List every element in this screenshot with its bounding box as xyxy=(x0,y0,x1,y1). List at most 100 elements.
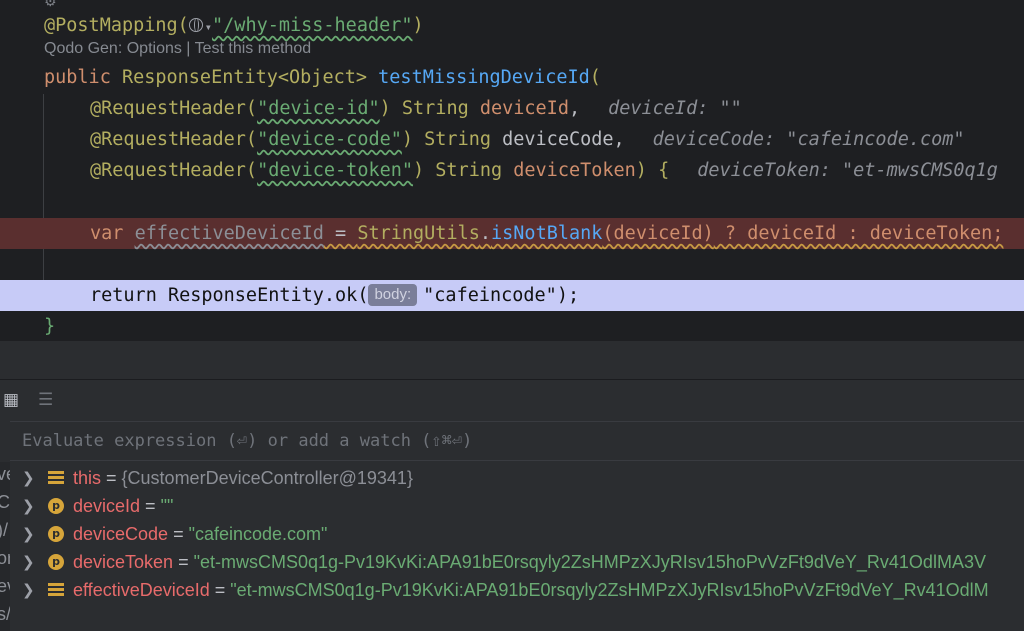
codelens-hint[interactable]: Qodo Gen: Options | Test this method xyxy=(44,40,311,58)
class-ref: StringUtils xyxy=(357,223,480,244)
method-call: isNotBlank xyxy=(491,223,603,244)
param-header: "device-code" xyxy=(257,129,402,150)
param-type: String xyxy=(401,98,480,119)
object-icon xyxy=(48,470,64,486)
param-name-hint: body: xyxy=(368,284,418,306)
frame-fragment: s/ xyxy=(0,604,10,624)
layout-settings-icon[interactable]: ☰ xyxy=(38,390,53,410)
variable-value: "cafeincode.com" xyxy=(188,524,328,544)
code-line-mapping[interactable]: @PostMapping( ▾"/why-miss-header") xyxy=(0,10,1024,41)
param-icon: p xyxy=(48,554,64,570)
param-close: ) xyxy=(413,160,436,181)
param-annotation: @RequestHeader( xyxy=(90,98,258,119)
param-close: ) xyxy=(379,98,402,119)
return-keyword: return xyxy=(90,285,168,306)
return-close: ); xyxy=(556,285,580,306)
variable-eq: = xyxy=(209,580,231,600)
variable-name: deviceCode xyxy=(73,524,169,544)
method-name: testMissingDeviceId xyxy=(378,67,590,88)
evaluate-expression-input[interactable] xyxy=(22,422,1012,460)
inline-value-hint: deviceToken: "et-mwsCMS0q1g xyxy=(697,160,998,181)
ternary-expr: ? deviceId : deviceToken; xyxy=(713,223,1004,244)
mapping-annotation: @PostMapping( xyxy=(44,15,189,36)
param-header: "device-id" xyxy=(257,98,380,119)
variable-eq: = xyxy=(173,552,194,572)
debug-variables-panel: ▦ ☰ ve CC )/ or ev s/ ❯ this = {Customer… xyxy=(0,380,1024,631)
variable-name: deviceToken xyxy=(73,552,174,572)
param-sep: ) { xyxy=(635,160,670,181)
variables-tree: ❯ this = {CustomerDeviceController@19341… xyxy=(10,462,1024,631)
unused-variable: effectiveDeviceId xyxy=(134,223,324,244)
code-editor[interactable]: ⚙ @PostMapping( ▾"/why-miss-header") Qodo… xyxy=(0,0,1024,341)
gutter-settings-icon[interactable]: ⚙ xyxy=(44,0,57,10)
variable-row-deviceToken[interactable]: ❯ p deviceToken = "et-mwsCMS0q1g-Pv19KvK… xyxy=(10,548,1024,576)
chevron-right-icon[interactable]: ❯ xyxy=(22,520,35,548)
param-name: deviceToken xyxy=(513,160,636,181)
param-type: String xyxy=(435,160,514,181)
globe-icon[interactable] xyxy=(188,18,203,32)
variable-row-this[interactable]: ❯ this = {CustomerDeviceController@19341… xyxy=(10,464,1024,492)
code-line-return[interactable]: return ResponseEntity.ok(body: "cafeincod… xyxy=(0,280,1024,311)
debug-toolbar: ▦ ☰ xyxy=(0,380,1024,420)
variable-eq: = xyxy=(168,524,189,544)
var-keyword: var xyxy=(90,223,135,244)
return-type: ResponseEntity<Object> xyxy=(121,67,379,88)
code-line-var-effective[interactable]: var effectiveDeviceId = StringUtils.isNo… xyxy=(0,218,1024,249)
frame-fragment: or xyxy=(0,548,10,568)
variable-value: "et-mwsCMS0q1g-Pv19KvKi:APA91bE0rsqyly2Z… xyxy=(193,552,986,572)
param-type: String xyxy=(424,129,503,150)
frame-fragment: CC xyxy=(0,492,10,512)
code-line-closing-brace[interactable]: } xyxy=(0,311,1024,341)
variable-row-deviceCode[interactable]: ❯ p deviceCode = "cafeincode.com" xyxy=(10,520,1024,548)
param-annotation: @RequestHeader( xyxy=(90,129,258,150)
code-line-param-1[interactable]: @RequestHeader("device-id") String devic… xyxy=(0,93,1024,124)
inline-value-hint: deviceId: "" xyxy=(608,98,742,119)
signature-open: ( xyxy=(589,67,601,88)
chevron-right-icon[interactable]: ❯ xyxy=(22,548,35,576)
variable-value: "" xyxy=(160,496,174,516)
param-icon: p xyxy=(48,526,64,542)
evaluate-expression-bar[interactable] xyxy=(10,421,1024,461)
param-name: deviceId xyxy=(479,98,569,119)
mapping-close: ) xyxy=(412,15,424,36)
return-call: ResponseEntity.ok( xyxy=(167,285,369,306)
param-annotation: @RequestHeader( xyxy=(90,160,258,181)
method-arg: (deviceId) xyxy=(602,223,714,244)
variable-row-effectiveDeviceId[interactable]: ❯ effectiveDeviceId = "et-mwsCMS0q1g-Pv1… xyxy=(10,576,1024,604)
inline-value-hint: deviceCode: "cafeincode.com" xyxy=(652,129,965,150)
variable-value: {CustomerDeviceController@19341} xyxy=(121,468,413,488)
code-line-signature[interactable]: public ResponseEntity<Object> testMissin… xyxy=(0,62,1024,93)
variable-name: effectiveDeviceId xyxy=(73,580,210,600)
frame-fragment: ve xyxy=(0,464,10,484)
code-line-param-3[interactable]: @RequestHeader("device-token") String de… xyxy=(0,155,1024,186)
assign-op: = xyxy=(323,223,358,244)
variable-name: this xyxy=(73,468,102,488)
variable-name: deviceId xyxy=(73,496,141,516)
variable-eq: = xyxy=(140,496,161,516)
return-arg: "cafeincode" xyxy=(423,285,557,306)
editor-bottom-strip xyxy=(0,341,1024,379)
dot: . xyxy=(479,223,492,244)
variable-value: "et-mwsCMS0q1g-Pv19KvKi:APA91bE0rsqyly2Z… xyxy=(230,580,989,600)
variable-eq: = xyxy=(101,468,122,488)
mapping-path[interactable]: "/why-miss-header" xyxy=(212,15,412,36)
variable-row-deviceId[interactable]: ❯ p deviceId = "" xyxy=(10,492,1024,520)
frame-fragment: ev xyxy=(0,576,10,596)
param-header: "device-token" xyxy=(257,160,414,181)
chevron-right-icon[interactable]: ❯ xyxy=(22,464,35,492)
chevron-down-icon[interactable]: ▾ xyxy=(205,20,212,34)
param-icon: p xyxy=(48,498,64,514)
object-icon xyxy=(48,582,64,598)
param-name: deviceCode xyxy=(502,129,614,150)
public-keyword: public xyxy=(44,67,122,88)
chevron-right-icon[interactable]: ❯ xyxy=(22,492,35,520)
table-view-icon[interactable]: ▦ xyxy=(3,390,19,410)
param-sep: , xyxy=(613,129,625,150)
frame-fragment: )/ xyxy=(0,520,8,540)
frames-panel-edge: ve CC )/ or ev s/ xyxy=(0,462,10,631)
code-line-param-2[interactable]: @RequestHeader("device-code") String dev… xyxy=(0,124,1024,155)
param-close: ) xyxy=(401,129,425,150)
chevron-right-icon[interactable]: ❯ xyxy=(22,576,35,604)
param-sep: , xyxy=(568,98,581,119)
closing-brace: } xyxy=(44,316,56,337)
